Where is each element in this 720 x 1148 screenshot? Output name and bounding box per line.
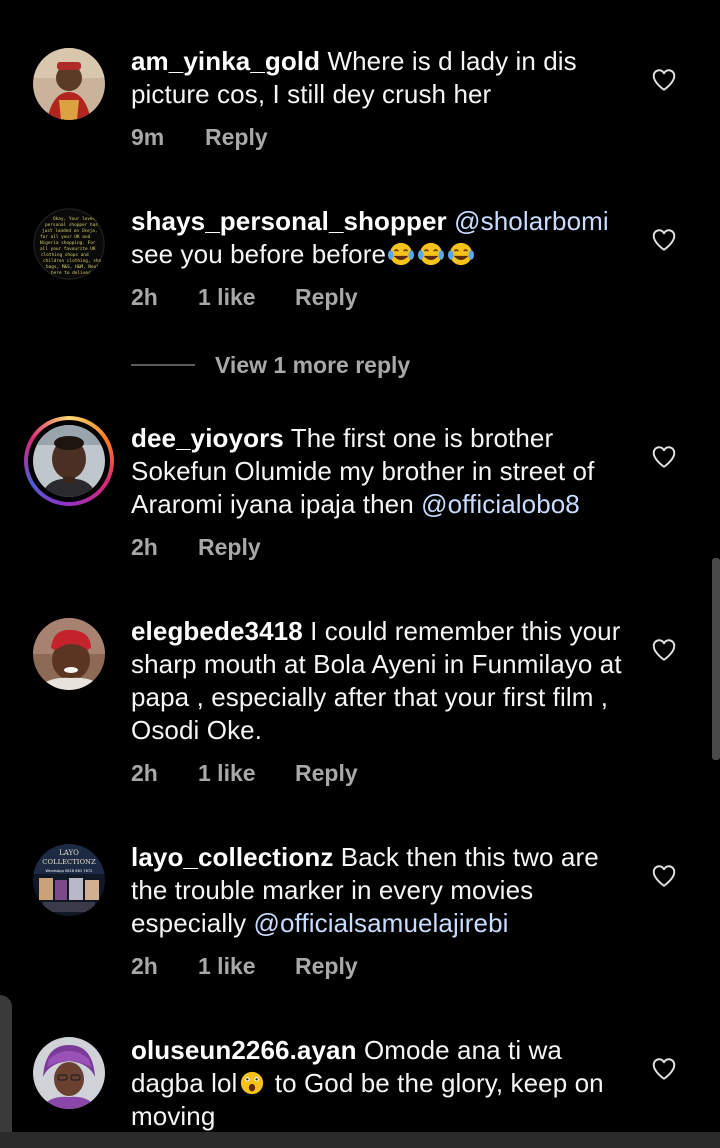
username[interactable]: layo_collectionz [131, 842, 333, 872]
avatar-photo: LAYO COLLECTIONZ WhatsApp 0818 661 7672 [33, 844, 105, 916]
likes-count[interactable]: 1 like [198, 282, 256, 312]
avatar-photo [33, 1037, 105, 1109]
svg-text:clothing shops and: clothing shops and [41, 252, 89, 258]
view-more-replies-label[interactable]: View 1 more reply [215, 350, 410, 380]
avatar[interactable] [33, 48, 105, 120]
avatar[interactable]: LAYO COLLECTIONZ WhatsApp 0818 661 7672 [33, 844, 105, 916]
reply-button[interactable]: Reply [205, 122, 268, 152]
comment-text: am_yinka_gold Where is d lady in dis pic… [131, 45, 631, 111]
svg-text:here to deliver: here to deliver [51, 270, 91, 276]
avatar[interactable] [33, 425, 105, 497]
astonished-emoji-icon [241, 1071, 264, 1095]
username[interactable]: oluseun2266.ayan [131, 1035, 357, 1065]
avatar-photo [33, 425, 105, 497]
heart-outline-icon[interactable] [651, 863, 677, 889]
username[interactable]: dee_yioyors [131, 423, 284, 453]
joy-emoji-icon [418, 242, 445, 266]
timestamp: 2h [131, 284, 158, 310]
avatar[interactable] [33, 1037, 105, 1109]
likes-count[interactable]: 1 like [198, 758, 256, 788]
svg-text:for all your UK and: for all your UK and [40, 234, 91, 240]
scrollbar[interactable] [712, 558, 720, 760]
heart-outline-icon[interactable] [651, 1056, 677, 1082]
heart-outline-icon[interactable] [651, 637, 677, 663]
comment-text: elegbede3418 I could remember this your … [131, 615, 631, 747]
username[interactable]: am_yinka_gold [131, 46, 320, 76]
username[interactable]: shays_personal_shopper [131, 206, 447, 236]
timestamp: 2h [131, 534, 158, 560]
reply-button[interactable]: Reply [295, 282, 358, 312]
svg-text:bags, M&S, H&M, Next: bags, M&S, H&M, Next [46, 264, 99, 270]
comment-text: oluseun2266.ayan Omode ana ti wa dagba l… [131, 1034, 631, 1133]
avatar[interactable]: Okay, Your lovely personal shopper has j… [33, 208, 105, 280]
avatar[interactable] [33, 618, 105, 690]
svg-text:Nigeria shopping. For: Nigeria shopping. For [40, 240, 96, 246]
comment-text: dee_yioyors The first one is brother Sok… [131, 422, 631, 521]
comment-text: layo_collectionz Back then this two are … [131, 841, 631, 940]
reply-button[interactable]: Reply [198, 532, 261, 562]
joy-emoji-icon [388, 242, 415, 266]
story-ring[interactable] [24, 416, 114, 506]
timestamp: 2h [131, 953, 158, 979]
avatar-photo: Okay, Your lovely personal shopper has j… [33, 208, 105, 280]
heart-outline-icon[interactable] [651, 67, 677, 93]
avatar-photo [33, 48, 105, 120]
avatar-brand-line1: LAYO [59, 849, 79, 857]
avatar-photo [33, 618, 105, 690]
mention-link[interactable]: @officialobo8 [421, 489, 580, 519]
joy-emoji-icon [448, 242, 475, 266]
heart-outline-icon[interactable] [651, 444, 677, 470]
reply-button[interactable]: Reply [295, 951, 358, 981]
mention-link[interactable]: @sholarbomi [454, 206, 609, 236]
comment-body: see you before before [131, 239, 387, 269]
heart-outline-icon[interactable] [651, 227, 677, 253]
avatar-brand-line3: WhatsApp 0818 661 7672 [46, 869, 93, 873]
username[interactable]: elegbede3418 [131, 616, 303, 646]
bottom-bar [0, 1132, 720, 1148]
timestamp: 9m [131, 124, 165, 150]
svg-text:personal shopper has: personal shopper has [45, 222, 98, 228]
svg-text:all your favourite UK: all your favourite UK [40, 246, 96, 252]
divider-line [131, 364, 195, 366]
timestamp: 2h [131, 760, 158, 786]
reply-button[interactable]: Reply [295, 758, 358, 788]
svg-text:Okay, Your lovely: Okay, Your lovely [53, 216, 98, 222]
svg-text:children clothing, shoes,: children clothing, shoes, [43, 258, 105, 264]
comment-text: shays_personal_shopper @sholarbomi see y… [131, 205, 631, 271]
svg-text:just landed on Ikeja,: just landed on Ikeja, [42, 228, 98, 234]
edge-panel-handle[interactable] [0, 995, 12, 1148]
avatar-brand-line2: COLLECTIONZ [42, 858, 96, 866]
likes-count[interactable]: 1 like [198, 951, 256, 981]
mention-link[interactable]: @officialsamuelajirebi [254, 908, 509, 938]
